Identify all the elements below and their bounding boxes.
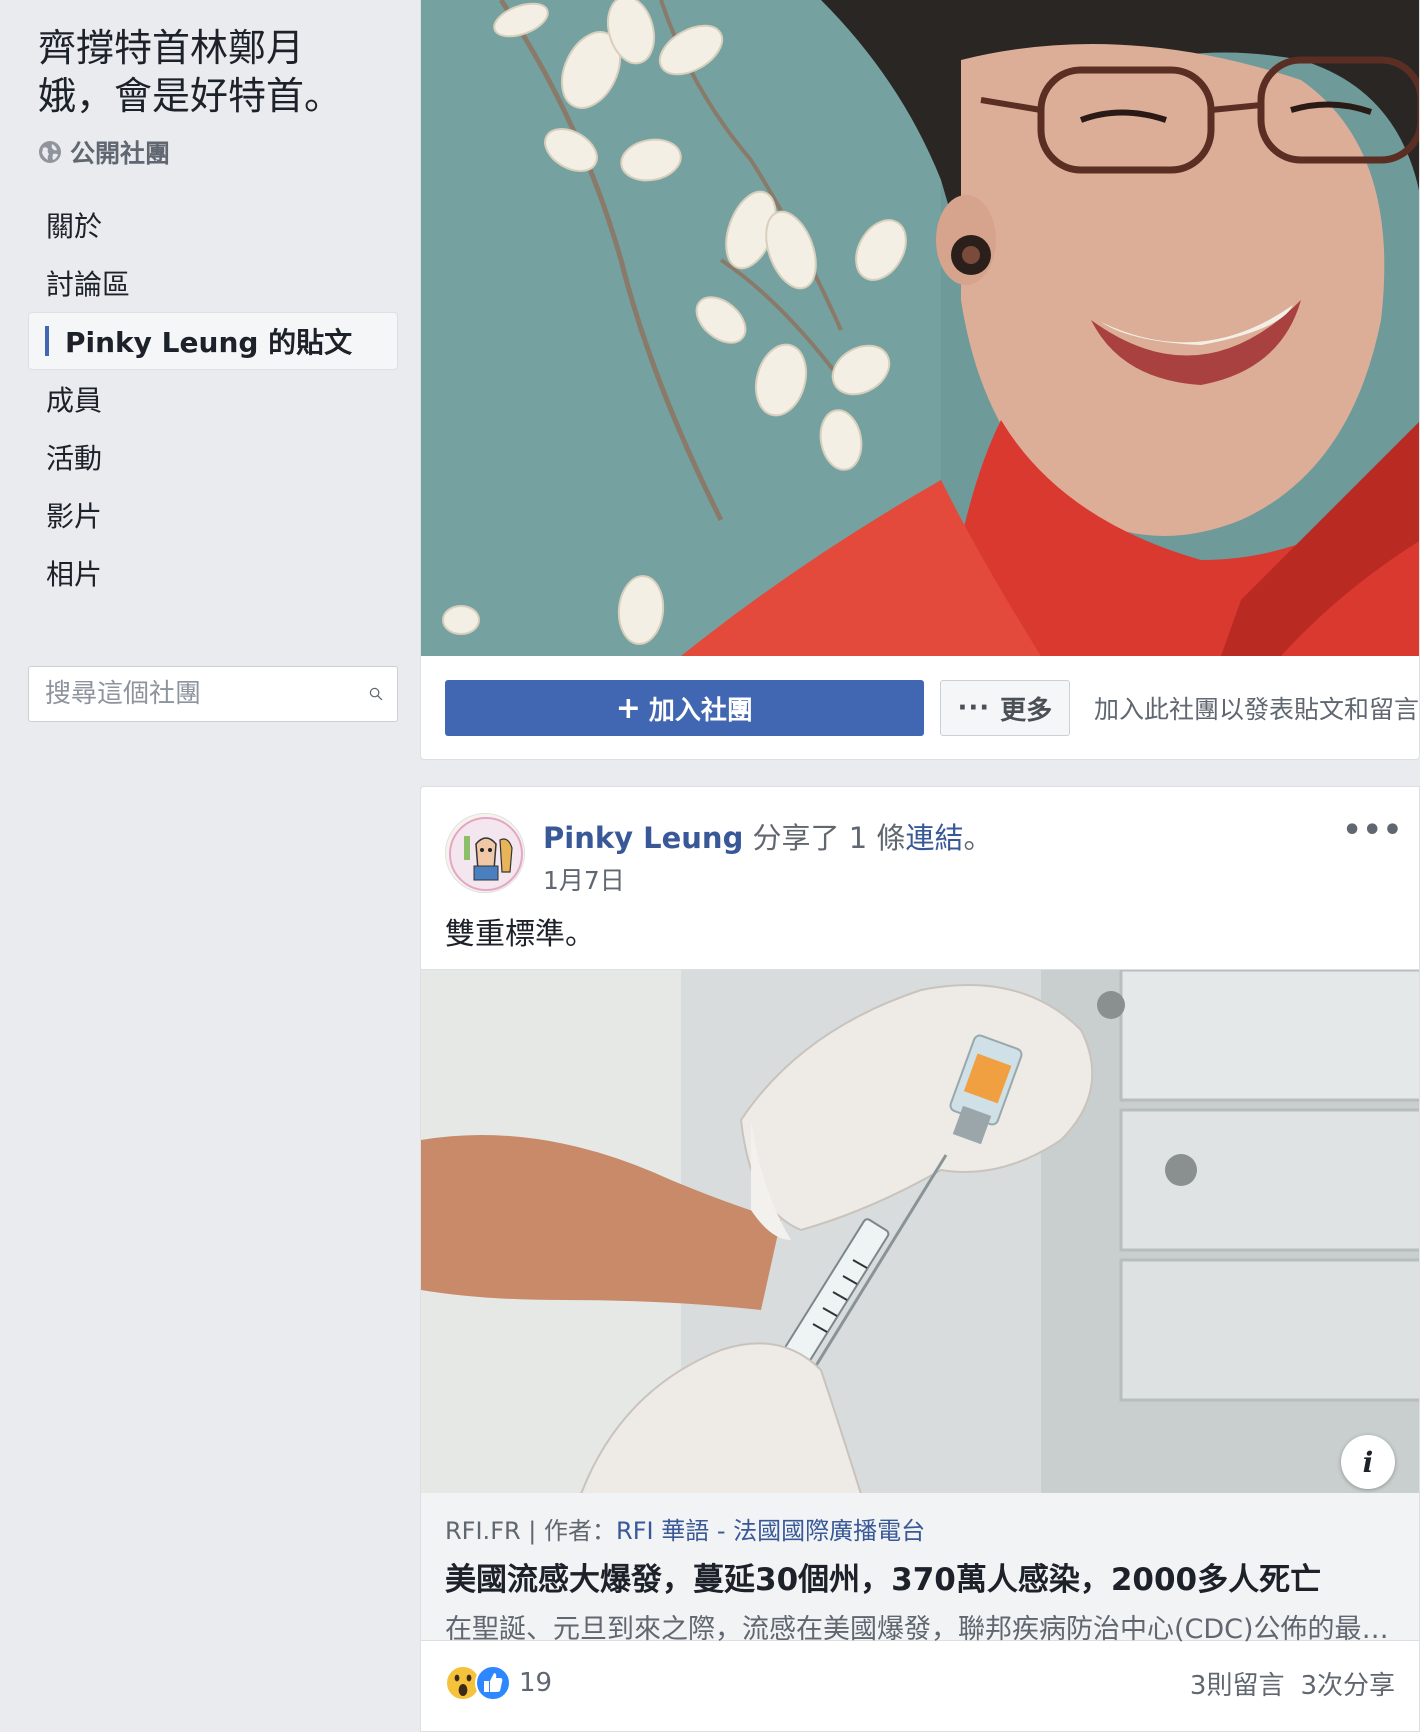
nav-item-label: 討論區 [46,268,131,301]
post-header: Pinky Leung 分享了 1 條連結。 [543,815,992,857]
link-preview-image[interactable] [421,969,1419,1493]
join-group-label: 加入社團 [648,695,753,726]
nav-item-events[interactable]: 活動 [28,428,398,486]
cover-photo-image [421,0,1419,656]
nav-item-label: 相片 [46,558,103,591]
nav-item-member-posts[interactable]: Pinky Leung 的貼文 [28,312,398,370]
nav-item-label: 影片 [46,500,103,533]
link-image [421,970,1419,1493]
group-nav: 關於 討論區 Pinky Leung 的貼文 成員 活動 影片 相片 [28,196,398,602]
source-separator: | [520,1517,545,1545]
post-author-link[interactable]: Pinky Leung [543,821,743,855]
nav-item-label: 活動 [46,442,103,475]
info-icon[interactable]: i [1341,1435,1395,1489]
left-sidebar: 齊撐特首林鄭月娥，會是好特首。 公開社團 關於 討論區 Pinky Leung … [0,0,420,1732]
link-title: 美國流感大爆發，蔓延30個州，370萬人感染，2000多人死亡 [445,1562,1322,1598]
post-timestamp[interactable]: 1月7日 [543,861,625,897]
nav-item-videos[interactable]: 影片 [28,486,398,544]
link-source: RFI.FR [445,1517,521,1545]
privacy-label: 公開社團 [70,139,171,168]
byline-label: 作者： [544,1517,617,1545]
group-search-input[interactable] [45,679,369,709]
plus-icon: + [615,690,641,726]
post-stats: 3則留言 3次分享 [1174,1665,1395,1702]
reaction-summary[interactable]: 19 [445,1665,552,1701]
active-indicator [45,326,49,356]
nav-item-discussion[interactable]: 討論區 [28,254,398,312]
post-link-word[interactable]: 連結 [905,821,963,855]
nav-item-members[interactable]: 成員 [28,370,398,428]
nav-item-photos[interactable]: 相片 [28,544,398,602]
cover-photo[interactable] [421,0,1419,656]
nav-item-label: 關於 [46,210,103,243]
group-title[interactable]: 齊撐特首林鄭月娥，會是好特首。 [38,24,378,120]
comments-count-link[interactable]: 3則留言 [1190,1671,1285,1701]
post-action-text: 分享了 1 條 [743,821,906,855]
group-search-box [28,666,398,722]
link-preview-meta[interactable]: RFI.FR | 作者：RFI 華語 - 法國國際廣播電台 美國流感大爆發，蔓延… [421,1493,1419,1645]
more-label: 更多 [1000,695,1053,726]
nav-item-about[interactable]: 關於 [28,196,398,254]
more-button[interactable]: ··· 更多 [939,680,1070,736]
nav-item-label: Pinky Leung 的貼文 [65,326,353,359]
post-card: Pinky Leung 分享了 1 條連結。 1月7日 ••• 雙重標準。 i … [420,786,1420,1732]
shares-count-link[interactable]: 3次分享 [1300,1671,1395,1701]
reactions-row: 19 3則留言 3次分享 [445,1655,1395,1711]
avatar-image [446,814,524,892]
more-dots-icon: ··· [957,693,991,723]
reaction-count: 19 [519,1668,553,1698]
post-options-icon[interactable]: ••• [1342,813,1403,848]
post-action-suffix: 。 [963,821,993,855]
globe-icon [39,141,61,163]
link-source-line: RFI.FR | 作者：RFI 華語 - 法國國際廣播電台 [445,1511,1397,1546]
join-hint-text: 加入此社團以發表貼文和留言 [1093,695,1419,724]
join-group-button[interactable]: + 加入社團 [445,680,924,736]
search-icon[interactable] [369,679,383,709]
post-body-text: 雙重標準。 [445,917,595,952]
link-description: 在聖誕、元旦到來之際，流感在美國爆發，聯邦疾病防治中心(CDC)公佈的最新數據 [445,1614,1397,1645]
nav-item-label: 成員 [46,384,103,417]
byline-author-link[interactable]: RFI 華語 - 法國國際廣播電台 [616,1517,925,1545]
group-cover-card: + 加入社團 ··· 更多 加入此社團以發表貼文和留言 [420,0,1420,760]
like-reaction-icon [475,1665,511,1701]
group-privacy: 公開社團 [38,134,170,170]
author-avatar[interactable] [445,813,525,893]
cover-action-row: + 加入社團 ··· 更多 加入此社團以發表貼文和留言 [445,680,1419,736]
